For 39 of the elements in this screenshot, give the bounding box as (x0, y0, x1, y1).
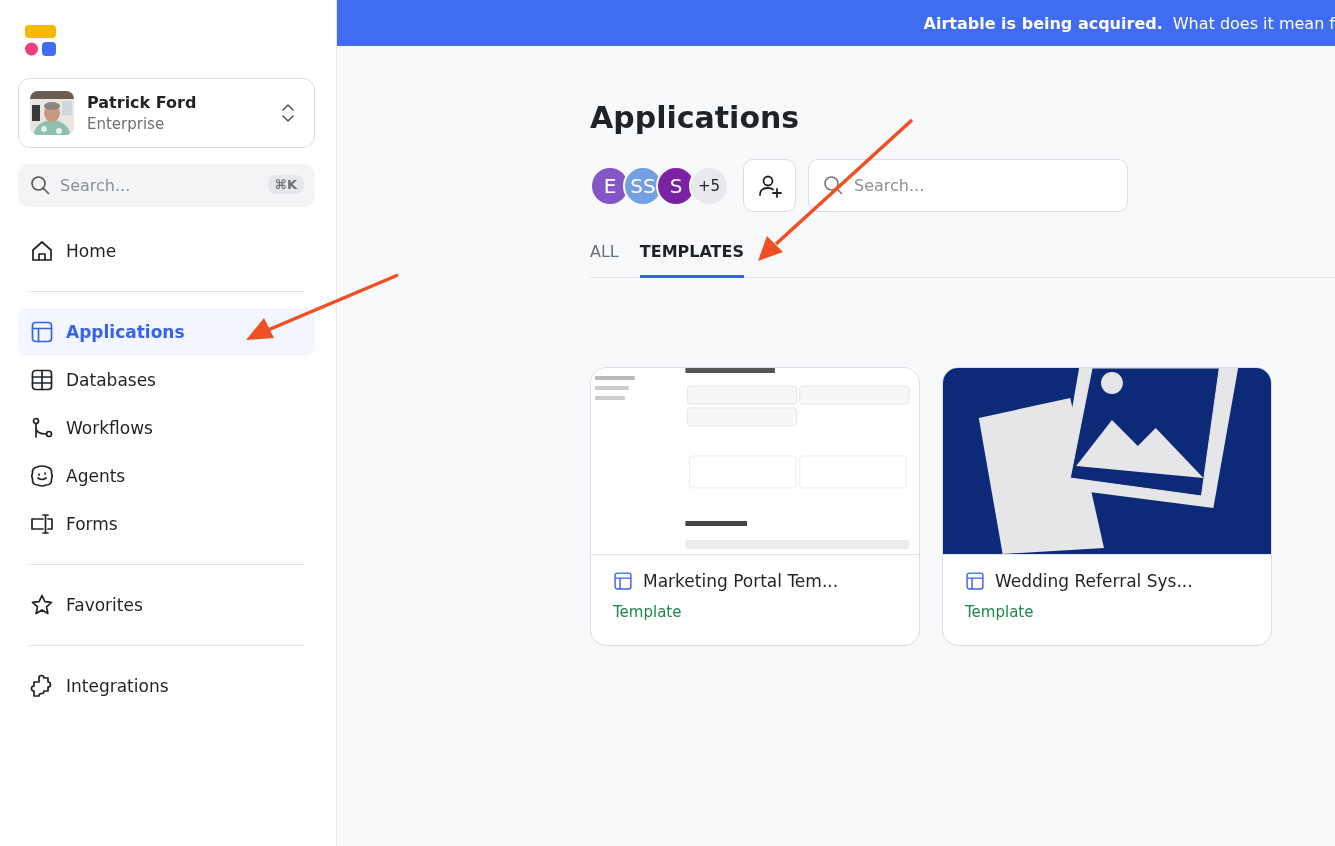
card-tag: Template (613, 603, 897, 621)
app-card[interactable]: Wedding Referral Sys... Template (942, 367, 1272, 646)
user-name: Patrick Ford (87, 93, 198, 112)
card-title: Wedding Referral Sys... (995, 571, 1193, 591)
layout-icon (30, 320, 54, 344)
tab[interactable]: ALL (590, 242, 619, 278)
smiley-icon (30, 464, 54, 488)
search-icon (30, 175, 50, 195)
add-user-button[interactable] (743, 159, 796, 212)
banner-text: What does it mean f (1172, 13, 1335, 33)
search-field[interactable]: Search... (808, 159, 1128, 212)
nav-item[interactable]: Databases (18, 356, 315, 404)
tab[interactable]: TEMPLATES (639, 242, 744, 278)
search-icon (823, 175, 843, 195)
plan-name: Enterprise (87, 115, 166, 133)
nav-item[interactable]: Applications (18, 308, 315, 356)
account-switcher[interactable]: Patrick Ford Enterprise (18, 78, 315, 148)
nav-item[interactable]: Favorites (18, 581, 315, 629)
star-icon (30, 593, 54, 617)
workflow-icon (30, 416, 54, 440)
nav-item[interactable]: Integrations (18, 662, 315, 710)
chevron-up-down-icon (282, 104, 294, 122)
logo-icon (25, 25, 56, 56)
puzzle-icon (30, 674, 54, 698)
nav-item[interactable]: Agents (18, 452, 315, 500)
card-title: Marketing Portal Tem... (643, 571, 839, 591)
layout-icon (965, 571, 985, 591)
home-icon (30, 239, 54, 263)
app-card[interactable]: Marketing Portal Tem... Template (590, 367, 920, 646)
banner-text: Airtable is being acquired. (923, 13, 1163, 33)
layout-icon (613, 571, 633, 591)
table-icon (30, 368, 54, 392)
more-members-badge[interactable]: +5 (689, 165, 729, 206)
nav-item[interactable]: Home (18, 227, 315, 275)
card-tag: Template (965, 603, 1249, 621)
nav-item[interactable]: Workflows (18, 404, 315, 452)
page-title: Applications (590, 100, 801, 135)
form-icon (30, 512, 54, 536)
nav-item[interactable]: Forms (18, 500, 315, 548)
